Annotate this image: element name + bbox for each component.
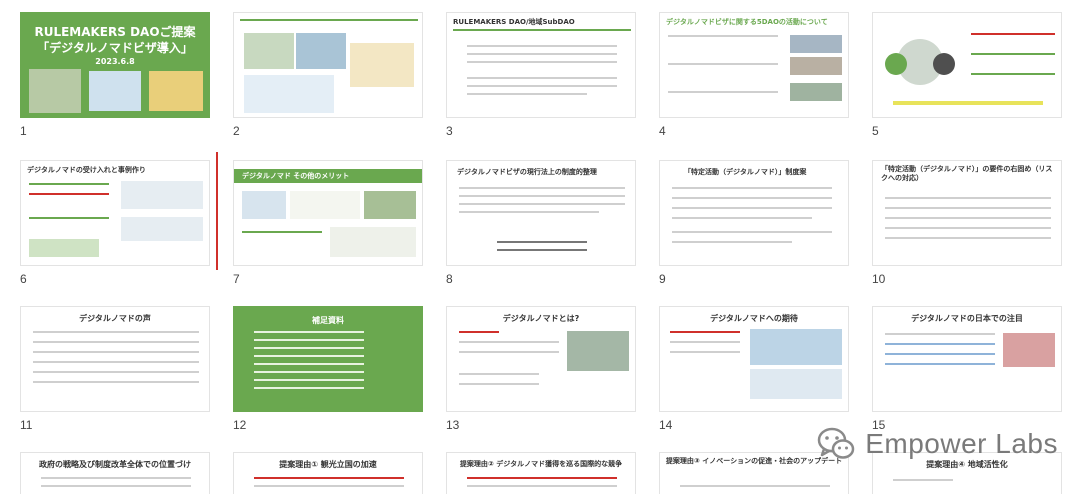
slide-11-title: デジタルノマドの声 [79, 314, 151, 323]
slide-number: 8 [446, 272, 453, 286]
slide-number: 6 [20, 272, 27, 286]
slide-17-title: 提案理由① 観光立国の加速 [279, 460, 377, 469]
slide-18[interactable]: 提案理由② デジタルノマド獲得を巡る国際的な競争 [446, 452, 636, 494]
slide-11[interactable]: デジタルノマドの声 [20, 306, 210, 412]
slide-3[interactable]: RULEMAKERS DAO/地域SubDAO [446, 12, 636, 118]
slide-number: 11 [20, 418, 33, 432]
slide-number: 9 [659, 272, 666, 286]
slide-number: 1 [20, 124, 27, 138]
slide-14[interactable]: デジタルノマドへの期待 [659, 306, 849, 412]
slide-5[interactable] [872, 12, 1062, 118]
slide-15[interactable]: デジタルノマドの日本での注目 [872, 306, 1062, 412]
slide-16[interactable]: 政府の戦略及び制度改革全体での位置づけ [20, 452, 210, 494]
insertion-marker [216, 152, 218, 270]
slide-2[interactable] [233, 12, 423, 118]
slide-9[interactable]: 「特定活動（デジタルノマド）」制度案 [659, 160, 849, 266]
slide-12-title: 補足資料 [312, 316, 344, 325]
slide-9-title: 「特定活動（デジタルノマド）」制度案 [684, 168, 807, 176]
slide-number: 10 [872, 272, 886, 286]
slide-3-title: RULEMAKERS DAO/地域SubDAO [453, 18, 575, 26]
slide-13-title: デジタルノマドとは? [502, 314, 580, 323]
slide-number: 5 [872, 124, 879, 138]
slide-8-title: デジタルノマドビザの現行法上の制度的整理 [457, 168, 597, 176]
slide-12[interactable]: 補足資料 [233, 306, 423, 412]
slide-4[interactable]: デジタルノマドビザに関する5DAOの活動について [659, 12, 849, 118]
slide-17[interactable]: 提案理由① 観光立国の加速 [233, 452, 423, 494]
slide-number: 4 [659, 124, 666, 138]
slide-number: 13 [446, 418, 460, 432]
slide-1-title: RULEMAKERS DAOご提案 「デジタルノマドビザ導入」 [34, 25, 196, 55]
slide-13[interactable]: デジタルノマドとは? [446, 306, 636, 412]
slide-10[interactable]: 「特定活動（デジタルノマド）」の要件の右固め（リスクへの対応） [872, 160, 1062, 266]
slide-16-title: 政府の戦略及び制度改革全体での位置づけ [39, 460, 191, 469]
slide-4-title: デジタルノマドビザに関する5DAOの活動について [666, 18, 828, 26]
slide-14-title: デジタルノマドへの期待 [710, 314, 798, 323]
watermark-text: Empower Labs [865, 428, 1058, 459]
watermark: Empower Labs [817, 424, 1058, 464]
slide-1-subtitle: 2023.6.8 [95, 57, 135, 66]
slide-18-title: 提案理由② デジタルノマド獲得を巡る国際的な競争 [459, 460, 623, 468]
slide-10-title: 「特定活動（デジタルノマド）」の要件の右固め（リスクへの対応） [881, 165, 1053, 183]
wechat-icon [817, 427, 855, 461]
slide-sorter-grid: RULEMAKERS DAOご提案 「デジタルノマドビザ導入」 2023.6.8… [0, 0, 1080, 494]
slide-number: 2 [233, 124, 240, 138]
slide-number: 7 [233, 272, 240, 286]
slide-number: 14 [659, 418, 673, 432]
slide-7-title: デジタルノマド その他のメリット [242, 172, 350, 180]
slide-1[interactable]: RULEMAKERS DAOご提案 「デジタルノマドビザ導入」 2023.6.8 [20, 12, 210, 118]
poster-image [149, 71, 203, 111]
slide-15-title: デジタルノマドの日本での注目 [911, 314, 1023, 323]
slide-6-title: デジタルノマドの受け入れと事例作り [27, 166, 146, 174]
slide-number: 3 [446, 124, 453, 138]
slide-6[interactable]: デジタルノマドの受け入れと事例作り [20, 160, 210, 266]
slide-8[interactable]: デジタルノマドビザの現行法上の制度的整理 [446, 160, 636, 266]
slide-7[interactable]: デジタルノマド その他のメリット [233, 160, 423, 266]
slide-number: 12 [233, 418, 247, 432]
map-image [89, 71, 141, 111]
photo-image [29, 69, 81, 113]
